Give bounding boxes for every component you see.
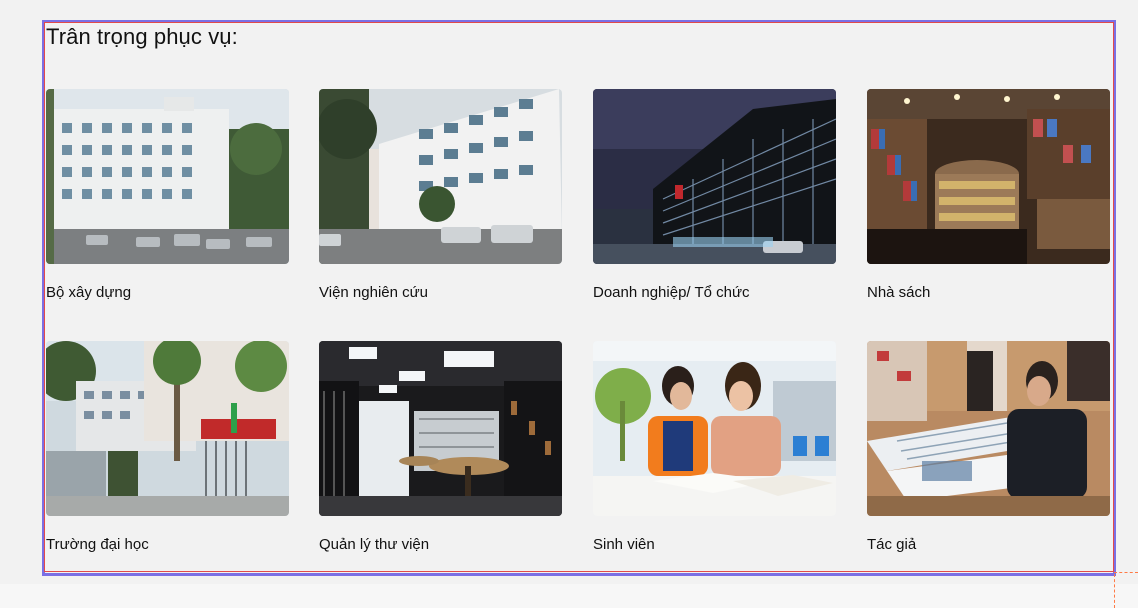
card-label: Quản lý thư viện <box>319 536 430 553</box>
page-footer-strip <box>0 584 1138 608</box>
section-title: Trân trọng phục vụ: <box>46 24 238 49</box>
card-label: Sinh viên <box>593 536 655 553</box>
card-truong-dai-hoc[interactable]: Trường đại học <box>46 341 289 553</box>
bookstore-photo <box>867 89 1110 264</box>
card-vien-nghien-cuu[interactable]: Viện nghiên cứu <box>319 89 562 301</box>
card-label: Viện nghiên cứu <box>319 284 429 301</box>
card-quan-ly-thu-vien[interactable]: Quản lý thư viện <box>319 341 562 553</box>
corporate-tower-photo <box>593 89 836 264</box>
library-interior-photo <box>319 341 562 516</box>
card-label: Tác giả <box>867 536 917 553</box>
card-label: Doanh nghiệp/ Tổ chức <box>593 284 750 301</box>
author-reading-photo <box>867 341 1110 516</box>
card-label: Nhà sách <box>867 284 931 301</box>
research-institute-photo <box>319 89 562 264</box>
card-bo-xay-dung[interactable]: Bộ xây dựng <box>46 89 289 301</box>
students-reading-photo <box>593 341 836 516</box>
card-label: Trường đại học <box>46 536 149 553</box>
card-sinh-vien[interactable]: Sinh viên <box>593 341 836 553</box>
resize-guide-horizontal[interactable] <box>1114 572 1138 573</box>
office-building-photo <box>46 89 289 264</box>
card-tac-gia[interactable]: Tác giả <box>867 341 1110 553</box>
university-gate-photo <box>46 341 289 516</box>
card-label: Bộ xây dựng <box>46 284 132 301</box>
resize-guide-vertical[interactable] <box>1114 574 1115 608</box>
card-nha-sach[interactable]: Nhà sách <box>867 89 1110 301</box>
card-doanh-nghiep[interactable]: Doanh nghiệp/ Tổ chức <box>593 89 836 301</box>
